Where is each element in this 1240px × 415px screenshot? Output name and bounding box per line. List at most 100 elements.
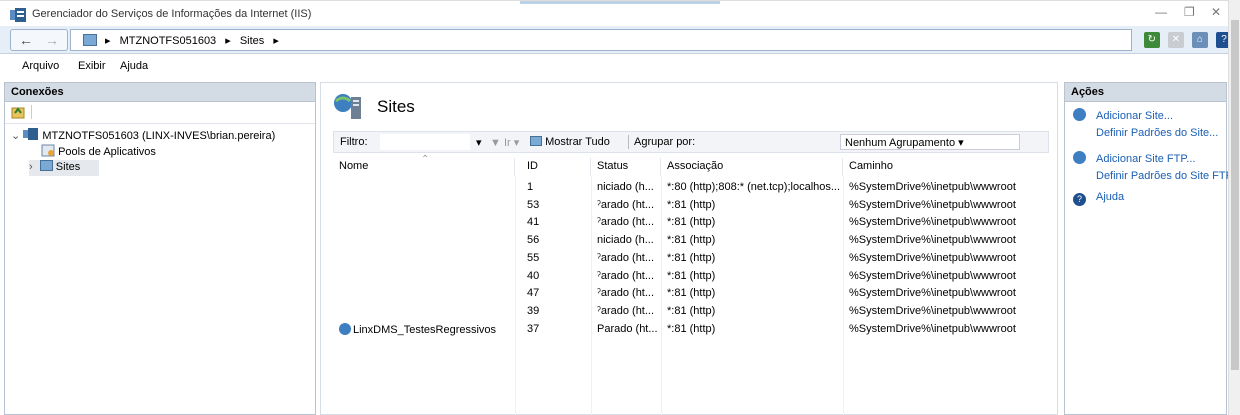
show-all-label: Mostrar Tudo (545, 136, 610, 148)
cell-text: 39 (527, 304, 540, 317)
table-row[interactable]: LinxDMS_TestesRegressivos 37 Parado (ht...… (333, 321, 1049, 338)
cell-status: ˀarado (ht... (597, 252, 654, 264)
table-row[interactable]: 56 niciado (h... *:81 (http) %SystemDrive%\… (333, 232, 1049, 249)
show-all-button[interactable]: Mostrar Tudo (530, 136, 610, 148)
vertical-scrollbar[interactable] (1228, 0, 1240, 415)
funnel-icon: ▼ (490, 137, 501, 149)
action-label: Ajuda (1096, 191, 1125, 203)
home-icon[interactable]: ⌂ (1191, 32, 1208, 48)
tree-node-sites[interactable]: › Sites (29, 160, 99, 176)
cell-path: %SystemDrive%\inetpub\wwwroot (849, 323, 1016, 335)
action-site-defaults[interactable]: Definir Padrões do Site... (1096, 127, 1218, 139)
cell-status: niciado (h... (597, 181, 654, 193)
cell-text: 53 (527, 198, 540, 211)
sort-indicator-icon: ⌃ (421, 154, 430, 165)
cell-text: niciado (h... (597, 181, 654, 193)
breadcrumb-sites[interactable]: Sites (240, 35, 264, 47)
cell-path: %SystemDrive%\inetpub\wwwroot (849, 287, 1016, 299)
cell-text: %SystemDrive%\inetpub\wwwroot (849, 198, 1016, 211)
cell-text: *:81 (http) (667, 304, 716, 317)
back-arrow-icon[interactable]: ← (19, 32, 33, 48)
cell-status: ˀarado (ht... (597, 287, 654, 299)
table-row[interactable]: 41 ˀarado (ht... *:81 (http) %SystemDrive%\… (333, 214, 1049, 231)
close-button[interactable]: ✕ (1211, 5, 1221, 19)
cell-binding: *:81 (http) (667, 216, 715, 228)
restore-button[interactable]: ❐ (1184, 5, 1195, 19)
cell-text: 37 (527, 322, 540, 335)
cell-text: Parado (ht... (597, 322, 658, 335)
server-icon (23, 128, 39, 140)
connect-icon[interactable] (11, 105, 25, 119)
table-row[interactable]: 53 ˀarado (ht... *:81 (http) %SystemDrive%\… (333, 197, 1049, 214)
action-add-ftp-site[interactable]: Adicionar Site FTP... (1073, 151, 1195, 165)
stop-icon[interactable]: ✕ (1167, 32, 1184, 48)
breadcrumb-server[interactable]: MTZNOTFS051603 (120, 35, 217, 47)
filter-dropdown-icon[interactable]: ▾ (476, 136, 482, 149)
cell-status: ˀarado (ht... (597, 270, 654, 282)
cell-path: %SystemDrive%\inetpub\wwwroot (849, 252, 1016, 264)
sites-grid: Nome ⌃ ID Status Associação Caminho 1 nic… (333, 154, 1049, 415)
cell-id: 41 (527, 216, 539, 228)
cell-id: 47 (527, 287, 539, 299)
table-row[interactable]: 1 niciado (h... *:80 (http);808:* (net.tcp… (333, 179, 1049, 196)
cell-binding: *:81 (http) (667, 287, 715, 299)
col-header-status[interactable]: Status (591, 158, 661, 176)
col-header-id[interactable]: ID (521, 158, 591, 176)
scrollbar-thumb[interactable] (1231, 20, 1239, 370)
breadcrumb-separator[interactable]: ▸ (273, 35, 279, 47)
cell-text: *:81 (http) (667, 269, 716, 282)
breadcrumb-separator[interactable]: ▸ (105, 35, 111, 47)
cell-text: ˀarado (ht... (597, 216, 655, 229)
expand-chevron-icon[interactable]: › (29, 161, 33, 173)
cell-text: *:81 (http) (667, 287, 716, 300)
filter-go-button[interactable]: ▼ Ir ▾ (490, 136, 519, 149)
tree-node-app-pools[interactable]: Pools de Aplicativos (41, 144, 156, 160)
refresh-icon[interactable]: ↻ (1143, 32, 1160, 48)
cell-text: ˀarado (ht... (597, 304, 655, 317)
table-row[interactable]: 47 ˀarado (ht... *:81 (http) %SystemDrive%\… (333, 285, 1049, 302)
collapse-chevron-icon[interactable]: ⌄ (11, 130, 20, 142)
action-add-site[interactable]: Adicionar Site... (1073, 108, 1173, 122)
table-row[interactable]: 40 ˀarado (ht... *:81 (http) %SystemDrive%\… (333, 268, 1049, 285)
action-help[interactable]: ? Ajuda (1073, 191, 1124, 206)
table-row[interactable]: 55 ˀarado (ht... *:81 (http) %SystemDrive%\… (333, 250, 1049, 267)
cell-binding: *:81 (http) (667, 305, 715, 317)
sites-globe-icon (334, 94, 361, 119)
breadcrumb-separator[interactable]: ▸ (225, 35, 231, 47)
tree-label-pools: Pools de Aplicativos (58, 146, 156, 158)
toolbar-icons: ↻ ✕ ⌂ ? (1139, 32, 1232, 48)
forward-arrow-icon[interactable]: → (45, 32, 59, 48)
connections-toolbar (5, 102, 315, 124)
menu-exibir[interactable]: Exibir (78, 60, 106, 72)
tree-node-server[interactable]: ⌄ MTZNOTFS051603 (LINX-INVES\brian.perei… (11, 128, 275, 144)
cell-status: niciado (h... (597, 234, 654, 246)
root-node-icon (83, 34, 97, 46)
cell-text: 47 (527, 287, 540, 300)
filter-divider (628, 135, 629, 149)
menu-ajuda[interactable]: Ajuda (120, 60, 148, 72)
col-header-associacao[interactable]: Associação (661, 158, 843, 176)
title-accent (520, 1, 720, 4)
minimize-button[interactable]: — (1155, 5, 1167, 19)
cell-text: %SystemDrive%\inetpub\wwwroot (849, 322, 1016, 335)
cell-text: %SystemDrive%\inetpub\wwwroot (849, 304, 1016, 317)
filter-input[interactable] (380, 134, 470, 150)
breadcrumb[interactable]: ▸ MTZNOTFS051603 ▸ Sites ▸ (70, 29, 1132, 51)
menu-arquivo[interactable]: Arquivo (22, 60, 59, 72)
help-icon: ? (1073, 193, 1086, 206)
window-title: Gerenciador do Serviços de Informações d… (32, 8, 312, 20)
action-label: Adicionar Site... (1096, 110, 1174, 122)
cell-text: *:81 (http) (667, 251, 716, 264)
group-by-value: Nenhum Agrupamento (845, 137, 956, 149)
col-header-caminho[interactable]: Caminho (843, 158, 1049, 176)
sites-folder-icon (39, 160, 53, 171)
table-row[interactable]: 39 ˀarado (ht... *:81 (http) %SystemDrive%\… (333, 303, 1049, 320)
cell-id: 40 (527, 270, 539, 282)
iis-app-icon (10, 8, 26, 22)
action-ftp-defaults[interactable]: Definir Padrões do Site FTP... (1096, 170, 1240, 182)
group-by-label: Agrupar por: (634, 136, 696, 148)
cell-text: %SystemDrive%\inetpub\wwwroot (849, 216, 1016, 229)
group-by-select[interactable]: Nenhum Agrupamento ▾ (840, 134, 1020, 150)
cell-binding: *:81 (http) (667, 323, 715, 335)
app-pool-icon (41, 144, 55, 157)
